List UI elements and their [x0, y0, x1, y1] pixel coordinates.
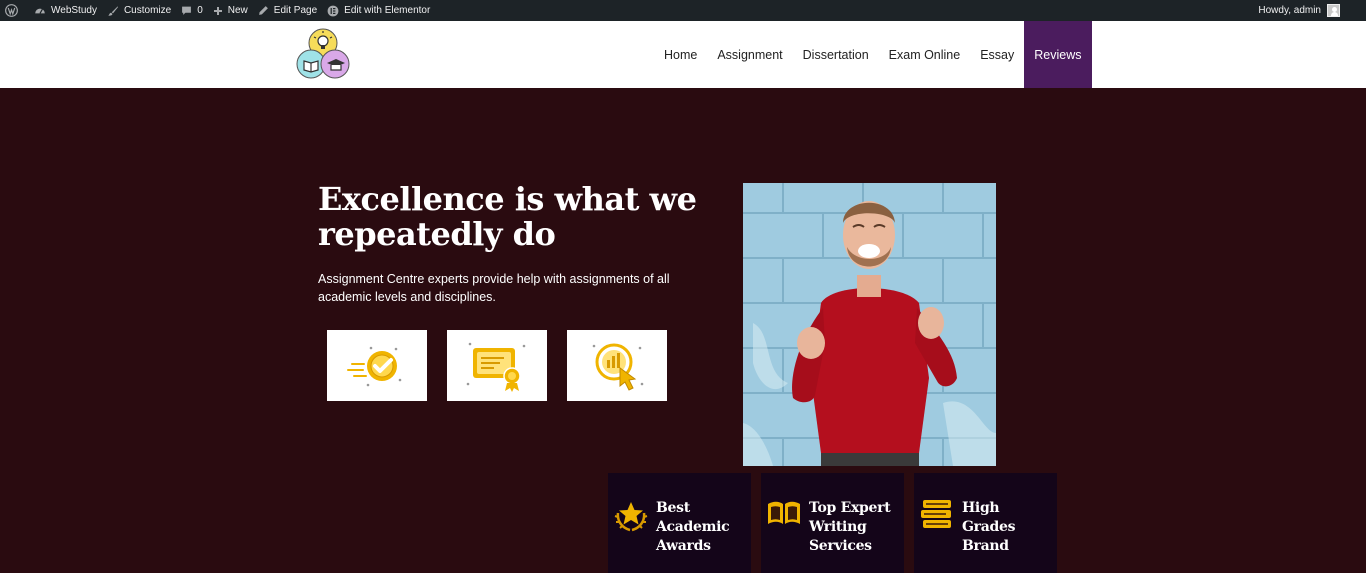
nav-item-assignment[interactable]: Assignment	[707, 21, 792, 88]
hero-section: Excellence is what we repeatedly do Assi…	[0, 88, 1366, 573]
star-laurel-icon	[614, 502, 648, 532]
howdy-label: Howdy, admin	[1258, 5, 1321, 16]
edit-elementor-label: Edit with Elementor	[344, 5, 431, 16]
card-label: Top Expert Writing Services	[809, 500, 891, 554]
new-label: New	[227, 5, 248, 16]
edit-page-label: Edit Page	[273, 5, 318, 16]
customize-label: Customize	[123, 5, 172, 16]
card-label: High Grades Brand	[962, 500, 1016, 554]
edit-page-link[interactable]: Edit Page	[253, 0, 322, 21]
brush-icon	[108, 5, 118, 16]
nav-item-home[interactable]: Home	[654, 21, 707, 88]
nav-item-reviews[interactable]: Reviews	[1024, 21, 1092, 88]
avatar	[1327, 4, 1340, 17]
chart-click-icon	[592, 343, 644, 391]
main-navigation: Home Assignment Dissertation Exam Online…	[654, 21, 1092, 88]
site-name-link[interactable]: WebStudy	[29, 0, 102, 21]
card-top-expert-writing: Top Expert Writing Services	[761, 473, 904, 573]
site-header: Home Assignment Dissertation Exam Online…	[0, 21, 1366, 88]
certificate-icon	[466, 342, 526, 392]
plus-icon	[213, 6, 222, 15]
hero-description: Assignment Centre experts provide help w…	[318, 272, 670, 304]
customize-link[interactable]: Customize	[102, 0, 176, 21]
nav-item-essay[interactable]: Essay	[970, 21, 1024, 88]
card-high-grades-brand: High Grades Brand	[914, 473, 1057, 573]
user-account-link[interactable]: Howdy, admin	[1258, 4, 1366, 17]
open-book-icon	[768, 501, 800, 524]
admin-bar: WebStudy Customize 0 New Edit Page Edit …	[0, 0, 1366, 21]
card-label: Best Academic Awards	[656, 500, 730, 554]
checkmark-speed-icon	[347, 346, 402, 386]
new-content-link[interactable]: New	[208, 0, 253, 21]
comments-link[interactable]: 0	[176, 0, 208, 21]
nav-item-dissertation[interactable]: Dissertation	[793, 21, 879, 88]
hero-title: Excellence is what we repeatedly do	[318, 180, 697, 253]
feature-box-checkmark	[327, 330, 427, 401]
nav-item-exam-online[interactable]: Exam Online	[879, 21, 971, 88]
comment-icon	[182, 6, 192, 15]
edit-elementor-link[interactable]: Edit with Elementor	[322, 0, 435, 21]
dashboard-icon	[35, 8, 45, 14]
site-name-label: WebStudy	[51, 5, 97, 16]
elementor-icon	[327, 5, 339, 16]
card-best-academic-awards: Best Academic Awards	[608, 473, 751, 573]
pencil-icon	[258, 6, 268, 15]
wordpress-logo-icon[interactable]	[0, 0, 29, 21]
book-stack-icon	[921, 500, 951, 528]
highlight-cards: Best Academic Awards Top Expert Writing …	[608, 473, 1057, 573]
hero-photo-image	[743, 183, 996, 466]
site-logo[interactable]	[292, 26, 354, 84]
feature-box-chart	[567, 330, 667, 401]
feature-box-certificate	[447, 330, 547, 401]
comments-count: 0	[197, 5, 203, 16]
hero-photo-excited-man	[743, 183, 996, 466]
logo-venn-icon	[296, 28, 350, 79]
